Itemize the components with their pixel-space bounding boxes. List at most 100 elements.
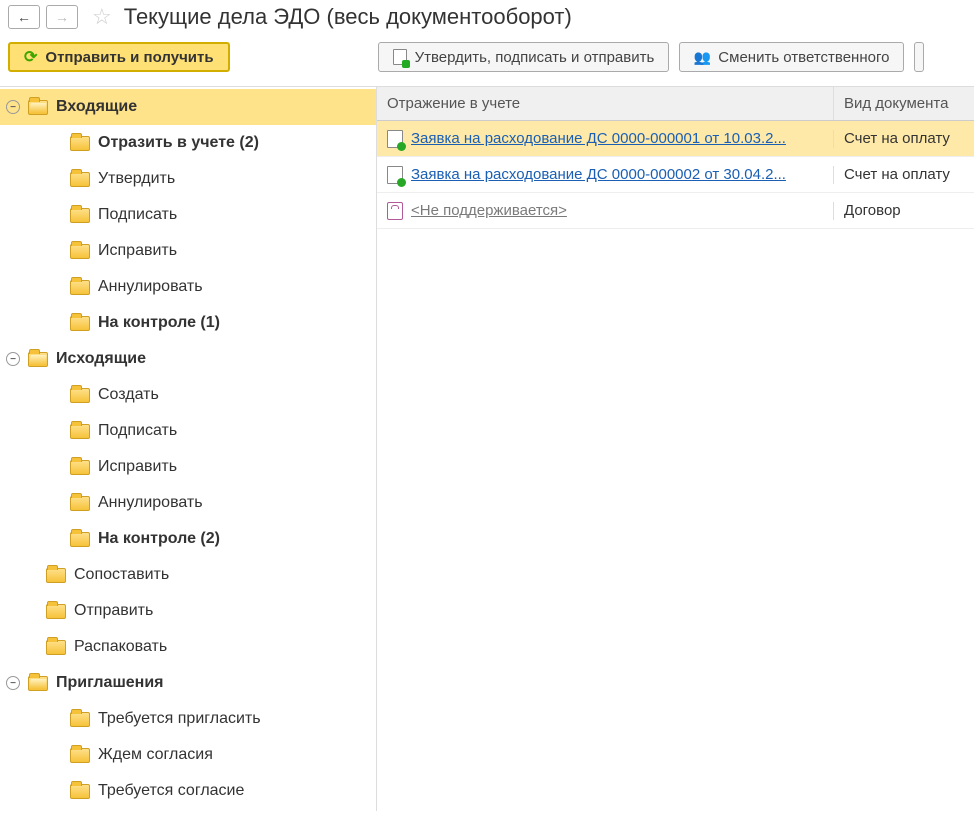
folder-icon bbox=[28, 352, 48, 367]
tree-item-label: Подписать bbox=[98, 206, 177, 224]
document-check-icon bbox=[393, 49, 407, 65]
tree-item-label: Утвердить bbox=[98, 170, 175, 188]
tree-item-create[interactable]: Создать bbox=[0, 377, 376, 413]
tree-item-label: На контроле (2) bbox=[98, 530, 220, 548]
titlebar: ← → ☆ Текущие дела ЭДО (весь документооб… bbox=[0, 0, 974, 38]
tree-item-label: Аннулировать bbox=[98, 278, 203, 296]
folder-icon bbox=[46, 568, 66, 583]
tree-item-wait_consent[interactable]: Ждем согласия bbox=[0, 737, 376, 773]
folder-icon bbox=[70, 424, 90, 439]
folder-icon bbox=[70, 532, 90, 547]
document-ok-icon bbox=[387, 130, 403, 148]
tree-item-label: Отразить в учете (2) bbox=[98, 134, 259, 152]
grid-body: Заявка на расходование ДС 0000-000001 от… bbox=[377, 121, 974, 229]
tree-item-cancel_in[interactable]: Аннулировать bbox=[0, 269, 376, 305]
document-link[interactable]: <Не поддерживается> bbox=[411, 202, 567, 219]
tree-item-outgoing[interactable]: − Исходящие bbox=[0, 341, 376, 377]
folder-icon bbox=[70, 748, 90, 763]
tree-item-label: Ждем согласия bbox=[98, 746, 213, 764]
document-link[interactable]: Заявка на расходование ДС 0000-000002 от… bbox=[411, 166, 786, 183]
grid-row[interactable]: Заявка на расходование ДС 0000-000001 от… bbox=[377, 121, 974, 157]
tree-item-label: Требуется согласие bbox=[98, 782, 244, 800]
tree-item-send[interactable]: Отправить bbox=[0, 593, 376, 629]
column-header-reflect[interactable]: Отражение в учете bbox=[377, 87, 834, 120]
tree-item-label: Распаковать bbox=[74, 638, 167, 656]
tree-item-sign_in[interactable]: Подписать bbox=[0, 197, 376, 233]
tree-item-reflect[interactable]: Отразить в учете (2) bbox=[0, 125, 376, 161]
folder-icon bbox=[46, 640, 66, 655]
tree-item-need_invite[interactable]: Требуется пригласить bbox=[0, 701, 376, 737]
tree-item-label: Аннулировать bbox=[98, 494, 203, 512]
approve-sign-send-label: Утвердить, подписать и отправить bbox=[415, 49, 655, 66]
arrow-right-icon: → bbox=[55, 9, 69, 25]
folder-icon bbox=[70, 172, 90, 187]
refresh-icon: ⟳ bbox=[24, 47, 37, 67]
folder-icon bbox=[70, 316, 90, 331]
grid-row[interactable]: Заявка на расходование ДС 0000-000002 от… bbox=[377, 157, 974, 193]
tree-item-fix_in[interactable]: Исправить bbox=[0, 233, 376, 269]
nav-back-button[interactable]: ← bbox=[8, 5, 40, 29]
tree-item-control_out[interactable]: На контроле (2) bbox=[0, 521, 376, 557]
tree-item-control_in[interactable]: На контроле (1) bbox=[0, 305, 376, 341]
tree-item-label: Входящие bbox=[56, 98, 137, 116]
document-link[interactable]: Заявка на расходование ДС 0000-000001 от… bbox=[411, 130, 786, 147]
grid-header: Отражение в учете Вид документа bbox=[377, 87, 974, 121]
folder-icon bbox=[70, 136, 90, 151]
send-receive-button[interactable]: ⟳ Отправить и получить bbox=[8, 42, 230, 72]
grid-row[interactable]: <Не поддерживается> Договор bbox=[377, 193, 974, 229]
change-responsible-label: Сменить ответственного bbox=[718, 49, 889, 66]
tree-item-approve[interactable]: Утвердить bbox=[0, 161, 376, 197]
overflow-button[interactable] bbox=[914, 42, 924, 72]
folder-icon bbox=[28, 100, 48, 115]
tree-item-label: Исходящие bbox=[56, 350, 146, 368]
document-type-cell: Счет на оплату bbox=[834, 166, 974, 183]
collapse-icon[interactable]: − bbox=[6, 676, 20, 690]
tree-item-label: Исправить bbox=[98, 458, 177, 476]
collapse-icon[interactable]: − bbox=[6, 352, 20, 366]
tree-item-label: Исправить bbox=[98, 242, 177, 260]
tree-item-label: Требуется пригласить bbox=[98, 710, 261, 728]
nav-forward-button[interactable]: → bbox=[46, 5, 78, 29]
tree-item-label: На контроле (1) bbox=[98, 314, 220, 332]
tree-item-need_consent[interactable]: Требуется согласие bbox=[0, 773, 376, 809]
folder-icon bbox=[70, 496, 90, 511]
document-ok-icon bbox=[387, 166, 403, 184]
folder-icon bbox=[70, 280, 90, 295]
tree-item-label: Создать bbox=[98, 386, 159, 404]
folder-icon bbox=[70, 244, 90, 259]
tree-item-sign_out[interactable]: Подписать bbox=[0, 413, 376, 449]
change-user-icon: 👥 bbox=[694, 49, 710, 65]
tree-item-invitations[interactable]: − Приглашения bbox=[0, 665, 376, 701]
folder-icon bbox=[70, 784, 90, 799]
tree-item-unpack[interactable]: Распаковать bbox=[0, 629, 376, 665]
change-responsible-button[interactable]: 👥 Сменить ответственного bbox=[679, 42, 904, 72]
folder-icon bbox=[70, 712, 90, 727]
tree-item-incoming[interactable]: − Входящие bbox=[0, 89, 376, 125]
document-grid: Отражение в учете Вид документа Заявка н… bbox=[377, 87, 974, 811]
approve-sign-send-button[interactable]: Утвердить, подписать и отправить bbox=[378, 42, 670, 72]
main-split: − Входящие Отразить в учете (2) Утвердить По… bbox=[0, 87, 974, 811]
folder-icon bbox=[70, 460, 90, 475]
toolbar: ⟳ Отправить и получить Утвердить, подпис… bbox=[0, 38, 974, 87]
folder-icon bbox=[28, 676, 48, 691]
folder-icon bbox=[70, 208, 90, 223]
tree-item-label: Отправить bbox=[74, 602, 153, 620]
tree-item-label: Сопоставить bbox=[74, 566, 169, 584]
send-receive-label: Отправить и получить bbox=[45, 49, 213, 66]
document-type-cell: Договор bbox=[834, 202, 974, 219]
tree-item-compare[interactable]: Сопоставить bbox=[0, 557, 376, 593]
tree-item-label: Приглашения bbox=[56, 674, 164, 692]
tree-item-label: Подписать bbox=[98, 422, 177, 440]
tree-item-cancel_out[interactable]: Аннулировать bbox=[0, 485, 376, 521]
arrow-left-icon: ← bbox=[17, 9, 31, 25]
document-type-cell: Счет на оплату bbox=[834, 130, 974, 147]
page-title: Текущие дела ЭДО (весь документооборот) bbox=[124, 4, 572, 30]
folder-icon bbox=[46, 604, 66, 619]
folder-icon bbox=[70, 388, 90, 403]
column-header-doc-type[interactable]: Вид документа bbox=[834, 87, 974, 120]
clipboard-icon bbox=[387, 202, 403, 220]
favorite-star-icon[interactable]: ☆ bbox=[92, 6, 112, 28]
folder-tree[interactable]: − Входящие Отразить в учете (2) Утвердить По… bbox=[0, 87, 377, 811]
collapse-icon[interactable]: − bbox=[6, 100, 20, 114]
tree-item-fix_out[interactable]: Исправить bbox=[0, 449, 376, 485]
